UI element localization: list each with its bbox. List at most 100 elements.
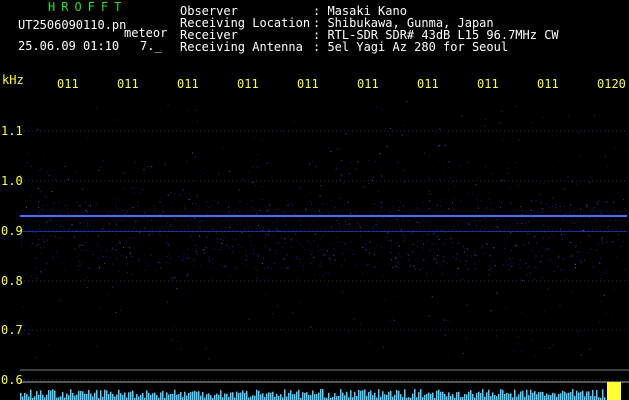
noise-speckle: [171, 277, 173, 279]
level-bar: [466, 394, 468, 400]
noise-speckle: [124, 172, 126, 174]
noise-speckle: [129, 252, 131, 254]
noise-speckle: [269, 204, 270, 206]
noise-speckle: [579, 241, 581, 243]
noise-speckle: [405, 105, 407, 107]
time-tick: 0120: [597, 78, 626, 90]
noise-speckle: [436, 204, 438, 206]
noise-speckle: [533, 252, 535, 254]
noise-speckle: [539, 250, 541, 252]
noise-speckle: [256, 222, 257, 224]
level-bar: [268, 392, 270, 400]
noise-speckle: [357, 222, 358, 224]
noise-speckle: [317, 245, 319, 247]
noise-speckle: [377, 226, 379, 228]
noise-speckle: [447, 188, 449, 190]
noise-speckle: [167, 104, 169, 106]
noise-speckle: [509, 251, 511, 253]
noise-speckle: [183, 184, 185, 186]
noise-speckle: [409, 265, 411, 267]
noise-speckle: [442, 273, 443, 275]
noise-speckle: [297, 280, 299, 282]
level-bar: [564, 391, 566, 400]
noise-speckle: [342, 252, 344, 254]
noise-speckle: [310, 192, 311, 193]
noise-speckle: [421, 267, 423, 269]
noise-speckle: [369, 342, 371, 343]
noise-speckle: [411, 233, 413, 235]
noise-speckle: [86, 210, 88, 212]
noise-speckle: [444, 334, 446, 336]
noise-speckle: [508, 201, 510, 203]
noise-speckle: [605, 313, 607, 314]
noise-speckle: [307, 240, 309, 242]
noise-speckle: [235, 218, 237, 220]
noise-speckle: [535, 200, 537, 202]
noise-speckle: [167, 194, 169, 196]
noise-speckle: [596, 201, 598, 203]
level-bar: [384, 394, 386, 400]
noise-speckle: [86, 250, 88, 252]
noise-speckle: [213, 267, 215, 269]
noise-speckle: [190, 235, 192, 237]
level-bar: [254, 395, 256, 400]
noise-speckle: [288, 268, 290, 270]
noise-speckle: [486, 206, 488, 208]
noise-speckle: [286, 254, 288, 256]
noise-speckle: [438, 249, 440, 251]
noise-speckle: [367, 264, 369, 266]
noise-speckle: [579, 212, 581, 214]
time-tick: 0111: [57, 78, 79, 90]
noise-speckle: [525, 222, 527, 224]
noise-speckle: [402, 220, 404, 222]
noise-speckle: [257, 225, 259, 227]
noise-speckle: [445, 203, 447, 204]
noise-speckle: [284, 265, 286, 267]
noise-speckle: [548, 227, 549, 228]
noise-speckle: [397, 262, 399, 264]
noise-speckle: [112, 263, 114, 265]
level-bar: [470, 390, 472, 400]
noise-speckle: [340, 264, 342, 266]
noise-speckle: [318, 210, 320, 212]
noise-speckle: [186, 160, 188, 162]
noise-speckle: [192, 232, 194, 234]
noise-speckle: [199, 235, 200, 237]
noise-speckle: [248, 318, 250, 320]
level-bar: [580, 391, 582, 400]
level-bar: [520, 391, 522, 400]
noise-speckle: [600, 257, 602, 259]
noise-speckle: [399, 245, 400, 247]
level-bar: [560, 393, 562, 400]
level-bar: [574, 395, 576, 400]
noise-speckle: [587, 252, 589, 254]
noise-speckle: [193, 218, 195, 219]
noise-speckle: [608, 226, 609, 227]
noise-speckle: [38, 201, 40, 203]
noise-speckle: [299, 219, 301, 221]
level-bar: [344, 395, 346, 400]
level-bar: [602, 389, 604, 400]
noise-speckle: [221, 243, 223, 244]
level-bar: [544, 395, 546, 400]
level-bar: [92, 396, 94, 400]
noise-speckle: [559, 305, 561, 307]
level-bar: [128, 392, 130, 400]
level-bar: [36, 391, 38, 400]
noise-speckle: [346, 224, 348, 226]
noise-speckle: [359, 225, 361, 227]
noise-speckle: [79, 245, 81, 246]
level-bar: [350, 390, 352, 400]
noise-speckle: [228, 247, 230, 249]
noise-speckle: [398, 252, 400, 254]
noise-speckle: [198, 223, 200, 225]
noise-speckle: [613, 347, 615, 349]
noise-speckle: [239, 211, 241, 213]
noise-speckle: [212, 278, 214, 280]
noise-speckle: [424, 152, 426, 154]
noise-speckle: [208, 259, 210, 261]
noise-speckle: [356, 266, 358, 268]
level-bar: [478, 391, 480, 400]
noise-speckle: [542, 237, 544, 239]
noise-speckle: [112, 240, 114, 242]
